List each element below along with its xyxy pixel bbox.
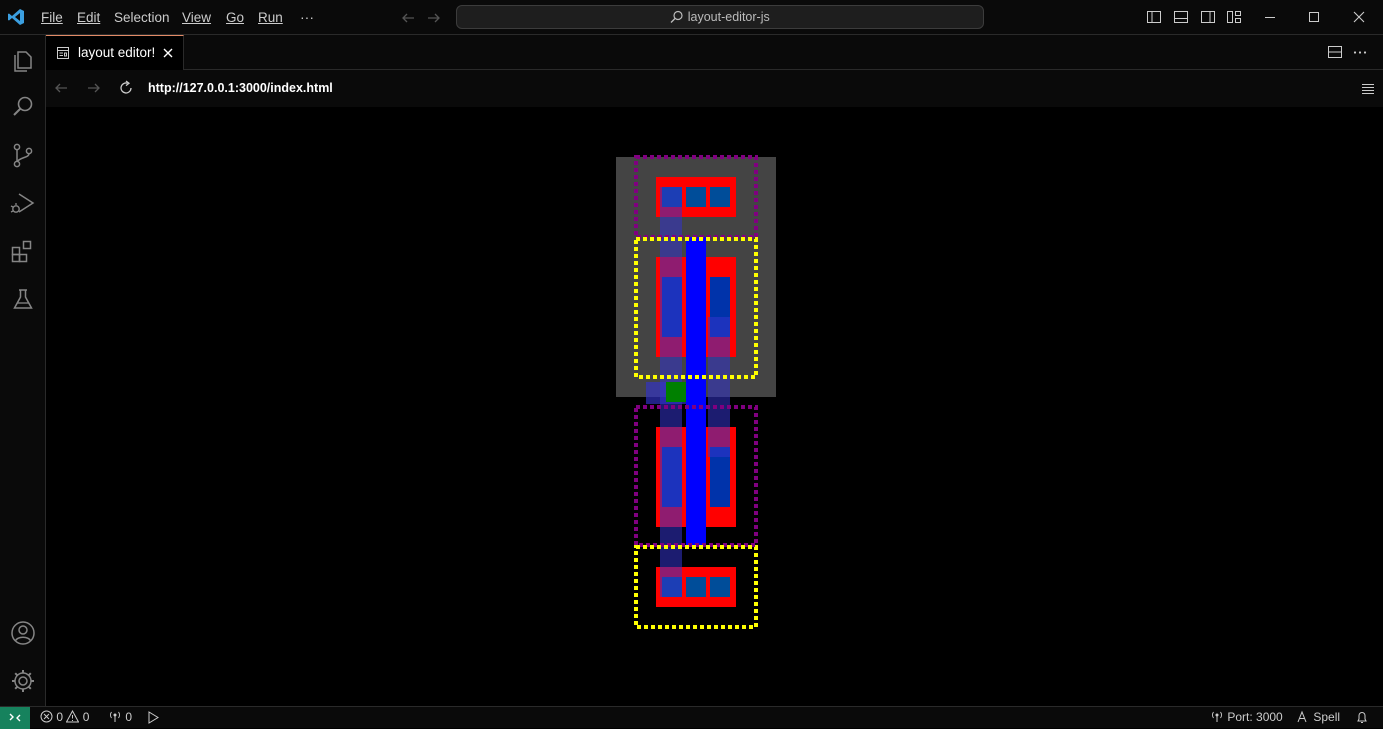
contact bbox=[686, 577, 706, 597]
search-icon bbox=[670, 10, 684, 23]
editor-tab-bar bbox=[46, 35, 1383, 70]
close-window-icon[interactable] bbox=[1351, 9, 1367, 25]
tab-label: layout editor! bbox=[78, 45, 156, 60]
poly-gate bbox=[686, 237, 706, 547]
extensions-icon[interactable] bbox=[7, 235, 39, 267]
reload-icon[interactable] bbox=[118, 80, 134, 96]
error-icon bbox=[40, 710, 53, 723]
ports-status[interactable]: 0 bbox=[108, 707, 132, 728]
run-debug-icon[interactable] bbox=[7, 187, 39, 219]
browser-forward-icon[interactable] bbox=[86, 80, 102, 96]
close-tab-icon[interactable] bbox=[161, 46, 175, 60]
menu-view[interactable]: View bbox=[182, 0, 211, 35]
browser-menu-icon[interactable] bbox=[1360, 80, 1376, 96]
remote-indicator[interactable] bbox=[0, 707, 30, 729]
spell-check-icon bbox=[1296, 710, 1310, 723]
menu-file[interactable]: File bbox=[41, 0, 63, 35]
problems-status[interactable]: 0 0 bbox=[40, 707, 89, 728]
spell-status[interactable]: Spell bbox=[1296, 707, 1340, 728]
accounts-icon[interactable] bbox=[7, 617, 39, 649]
browser-back-icon[interactable] bbox=[53, 80, 69, 96]
warning-icon bbox=[66, 710, 80, 723]
explorer-icon[interactable] bbox=[7, 43, 39, 75]
activity-bar bbox=[0, 35, 46, 706]
search-icon[interactable] bbox=[7, 91, 39, 123]
contact bbox=[710, 187, 730, 207]
layout-drawing[interactable] bbox=[46, 107, 1383, 706]
gate-tap bbox=[666, 382, 686, 402]
back-arrow-icon[interactable] bbox=[400, 10, 416, 26]
menu-selection[interactable]: Selection bbox=[114, 0, 170, 35]
run-debug-status-icon[interactable] bbox=[146, 707, 160, 728]
forward-arrow-icon[interactable] bbox=[426, 10, 442, 26]
minimize-icon[interactable] bbox=[1262, 9, 1278, 25]
status-bar: 0 0 0 Port: 3000 Spell bbox=[0, 706, 1383, 729]
tab-layout-editor[interactable]: layout editor! bbox=[46, 35, 184, 70]
port-status[interactable]: Port: 3000 bbox=[1210, 707, 1283, 728]
menu-run[interactable]: Run bbox=[258, 0, 283, 35]
toggle-secondary-sidebar-icon[interactable] bbox=[1200, 9, 1216, 25]
split-editor-icon[interactable] bbox=[1327, 44, 1343, 60]
command-center-search[interactable]: layout-editor-js bbox=[456, 5, 984, 29]
notifications-icon[interactable] bbox=[1355, 707, 1369, 728]
contact bbox=[686, 187, 706, 207]
maximize-icon[interactable] bbox=[1306, 9, 1322, 25]
toggle-panel-icon[interactable] bbox=[1173, 9, 1189, 25]
preview-icon bbox=[56, 46, 70, 60]
browser-nav-bar: http://127.0.0.1:3000/index.html bbox=[46, 70, 1383, 107]
broadcast-icon bbox=[1210, 710, 1224, 723]
customize-layout-icon[interactable] bbox=[1226, 9, 1242, 25]
layout-editor-canvas[interactable] bbox=[46, 107, 1383, 706]
menu-more[interactable]: ··· bbox=[300, 0, 314, 35]
contact bbox=[710, 577, 730, 597]
toggle-primary-sidebar-icon[interactable] bbox=[1146, 9, 1162, 25]
url-field[interactable]: http://127.0.0.1:3000/index.html bbox=[148, 70, 333, 107]
more-actions-icon[interactable] bbox=[1352, 44, 1368, 60]
menu-edit[interactable]: Edit bbox=[77, 0, 100, 35]
metal-right bbox=[708, 317, 730, 457]
source-control-icon[interactable] bbox=[7, 139, 39, 171]
vscode-logo-icon bbox=[7, 8, 25, 26]
testing-icon[interactable] bbox=[7, 283, 39, 315]
menu-go[interactable]: Go bbox=[226, 0, 244, 35]
broadcast-icon bbox=[108, 710, 122, 723]
title-bar: File Edit Selection View Go Run ··· layo… bbox=[0, 0, 1383, 35]
manage-gear-icon[interactable] bbox=[7, 665, 39, 697]
